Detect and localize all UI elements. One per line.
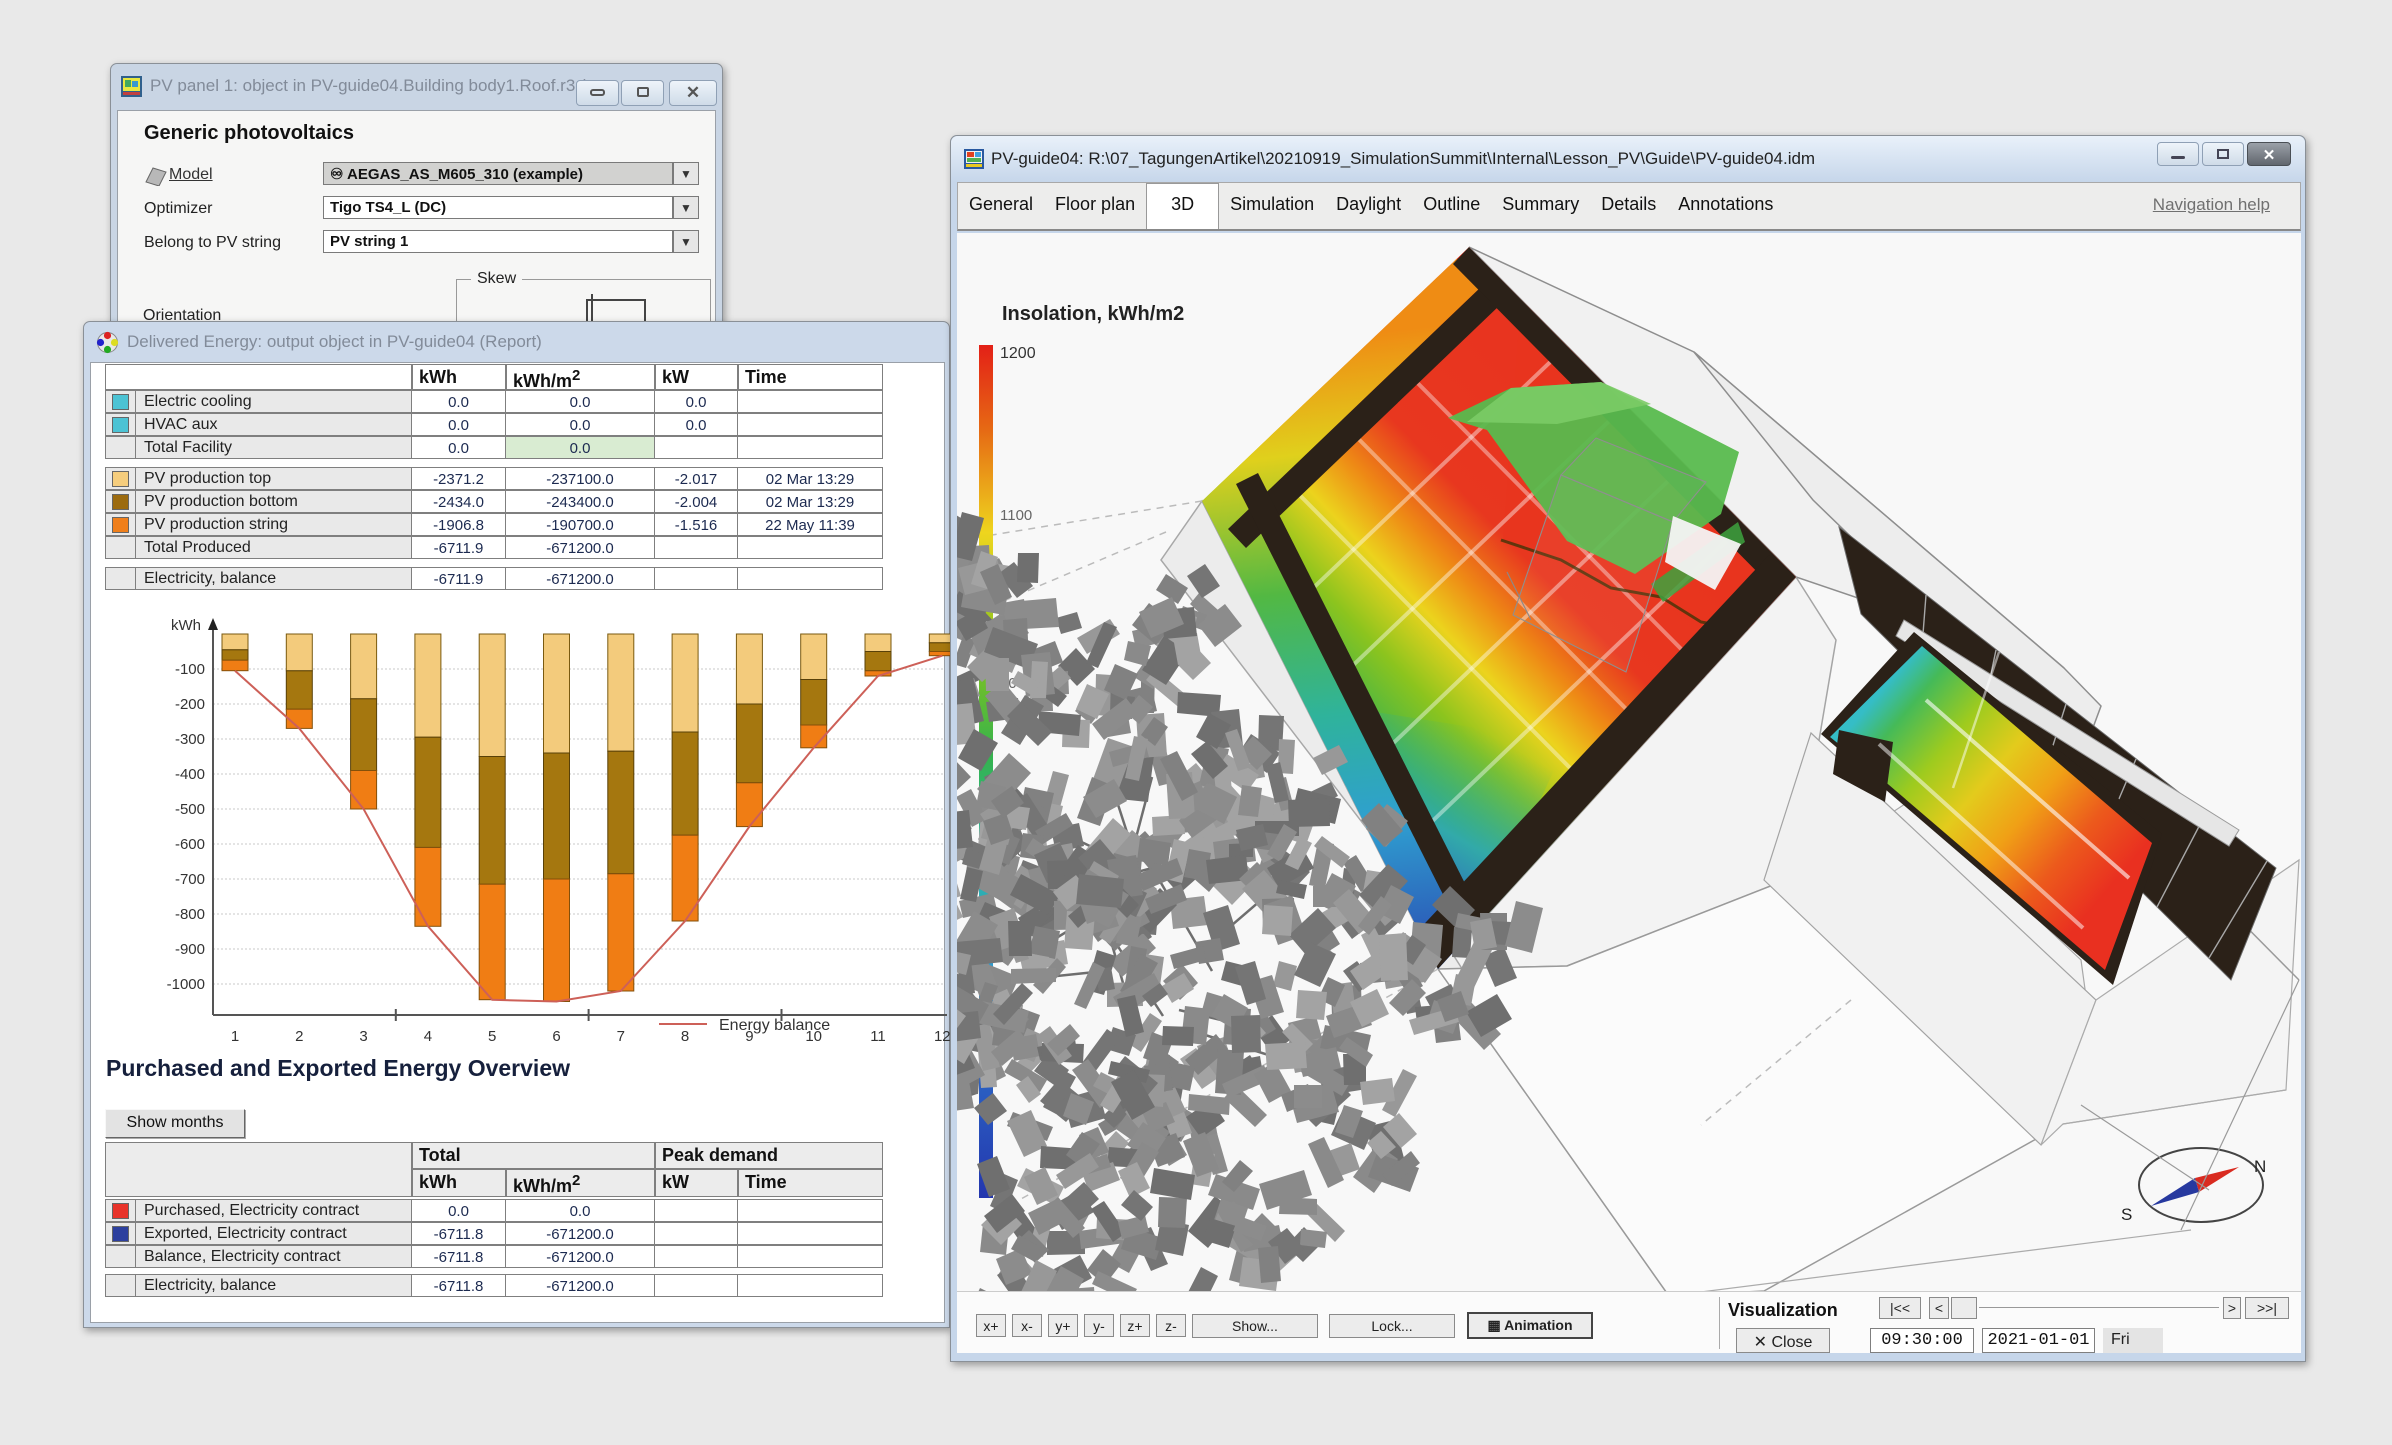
svg-text:-900: -900 [175,941,205,958]
svg-text:5: 5 [488,1028,496,1045]
svg-text:-100: -100 [175,661,205,678]
svg-text:7: 7 [617,1028,625,1045]
svg-text:-500: -500 [175,801,205,818]
svg-text:-600: -600 [175,836,205,853]
svg-text:-200: -200 [175,696,205,713]
svg-text:8: 8 [681,1028,689,1045]
svg-text:4: 4 [424,1028,432,1045]
svg-text:kWh: kWh [171,617,201,634]
svg-text:-400: -400 [175,766,205,783]
svg-text:3: 3 [359,1028,367,1045]
svg-text:1200: 1200 [1000,345,1036,362]
svg-text:-1000: -1000 [167,976,205,993]
svg-text:1100: 1100 [1000,507,1032,524]
svg-text:S: S [2121,1205,2132,1224]
svg-text:-300: -300 [175,731,205,748]
svg-text:6: 6 [552,1028,560,1045]
svg-text:12: 12 [934,1028,951,1045]
svg-text:1: 1 [231,1028,239,1045]
svg-text:-700: -700 [175,871,205,888]
svg-text:Insolation, kWh/m2: Insolation, kWh/m2 [1002,303,1184,325]
svg-text:Energy balance: Energy balance [719,1017,830,1034]
svg-text:-800: -800 [175,906,205,923]
svg-text:2: 2 [295,1028,303,1045]
svg-text:N: N [2254,1157,2266,1176]
svg-text:11: 11 [870,1028,886,1045]
